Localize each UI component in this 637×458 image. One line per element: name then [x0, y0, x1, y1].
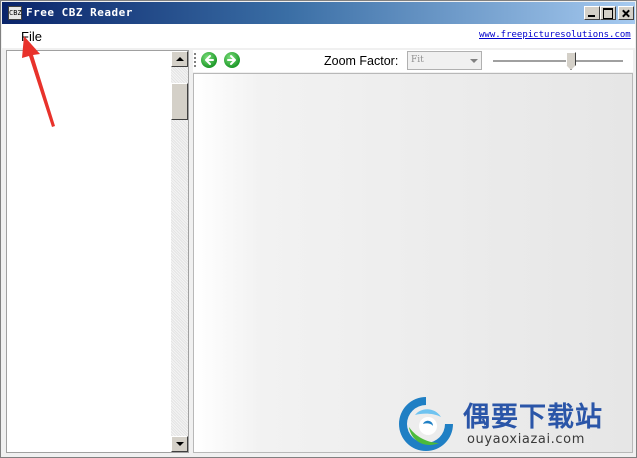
zoom-slider-thumb[interactable]: [566, 52, 576, 70]
zoom-factor-dropdown[interactable]: Fit: [407, 51, 482, 70]
dropdown-arrow-icon[interactable]: [469, 55, 479, 66]
forward-arrow-icon: [227, 55, 236, 65]
website-link[interactable]: www.freepicturesolutions.com: [479, 30, 635, 40]
watermark-site-name: 偶要下载站: [463, 402, 603, 433]
minimize-button[interactable]: [584, 6, 600, 20]
app-window: CBZ Free CBZ Reader File www.freepicture…: [0, 0, 637, 458]
toolbar: Zoom Factor: Fit: [193, 50, 633, 72]
zoom-factor-value: Fit: [411, 55, 424, 65]
back-arrow-icon: [205, 55, 214, 65]
scroll-up-button[interactable]: [171, 51, 188, 67]
next-page-button[interactable]: [224, 52, 240, 68]
vertical-scrollbar[interactable]: [171, 51, 188, 452]
app-icon[interactable]: CBZ: [8, 6, 22, 20]
watermark-logo: [399, 397, 453, 451]
scrollbar-thumb[interactable]: [171, 83, 188, 120]
annotation-arrow: [22, 36, 55, 127]
zoom-factor-label: Zoom Factor:: [324, 54, 399, 68]
close-button[interactable]: [618, 6, 634, 20]
menu-bar: File www.freepicturesolutions.com: [2, 24, 635, 48]
window-title: Free CBZ Reader: [26, 6, 133, 19]
previous-page-button[interactable]: [201, 52, 217, 68]
toolbar-grip[interactable]: [194, 53, 196, 69]
zoom-slider-track[interactable]: [493, 60, 623, 63]
scroll-down-button[interactable]: [171, 436, 188, 452]
title-bar[interactable]: CBZ Free CBZ Reader: [2, 2, 635, 24]
maximize-button[interactable]: [600, 6, 616, 20]
watermark-url: ouyaoxiazai.com: [467, 432, 585, 447]
